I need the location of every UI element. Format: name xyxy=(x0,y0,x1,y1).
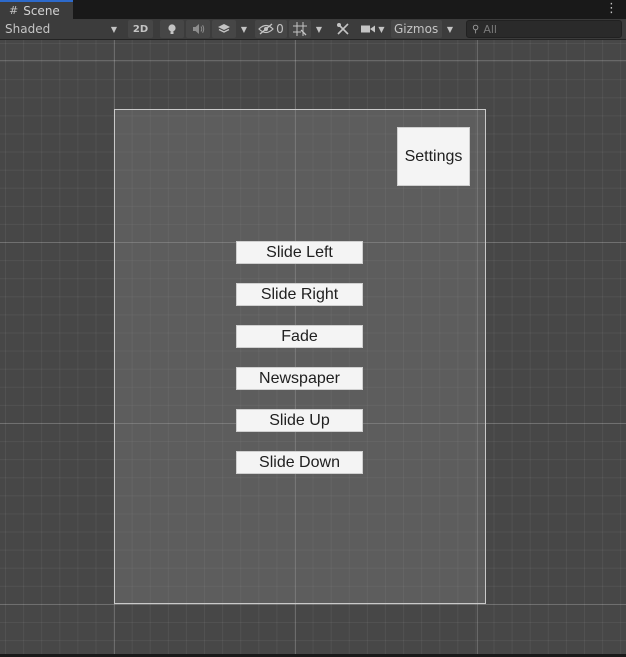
gizmos-button[interactable]: Gizmos xyxy=(391,20,442,38)
chevron-down-icon: ▼ xyxy=(110,24,117,34)
slide-down-button[interactable]: Slide Down xyxy=(236,451,363,474)
more-options-icon[interactable]: ⋮ xyxy=(605,2,618,16)
hidden-eye-icon xyxy=(258,23,275,35)
slide-left-button[interactable]: Slide Left xyxy=(236,241,363,264)
slide-up-button[interactable]: Slide Up xyxy=(236,409,363,432)
chevron-down-icon: ▼ xyxy=(446,24,454,34)
scene-visibility-button[interactable]: 0 xyxy=(255,20,287,38)
scene-viewport[interactable]: Settings Slide Left Slide Right Fade New… xyxy=(0,40,626,654)
tools-button[interactable] xyxy=(332,20,354,38)
tab-scene[interactable]: # Scene xyxy=(0,0,73,19)
toggle-2d-button[interactable]: 2D xyxy=(128,20,153,38)
effects-dropdown[interactable]: ▼ xyxy=(237,20,251,38)
newspaper-button[interactable]: Newspaper xyxy=(236,367,363,390)
scene-search[interactable]: ⚲ xyxy=(466,20,622,38)
fade-button[interactable]: Fade xyxy=(236,325,363,348)
chevron-down-icon: ▼ xyxy=(240,24,248,34)
tab-label: Scene xyxy=(23,3,60,18)
speaker-icon xyxy=(192,24,204,34)
grid-axis-line xyxy=(0,60,626,61)
layers-icon xyxy=(218,24,230,33)
lighting-toggle-button[interactable] xyxy=(160,20,184,38)
shading-mode-dropdown[interactable]: Shaded ▼ xyxy=(3,20,121,38)
search-icon: ⚲ xyxy=(472,23,480,35)
tools-icon xyxy=(337,23,349,35)
settings-button[interactable]: Settings xyxy=(397,127,470,186)
tab-bar: # Scene ⋮ xyxy=(0,0,626,19)
grid-dropdown[interactable]: ▼ xyxy=(312,20,326,38)
chevron-down-icon: ▼ xyxy=(315,24,323,34)
slide-right-button[interactable]: Slide Right xyxy=(236,283,363,306)
grid-snapping-button[interactable] xyxy=(289,20,311,38)
camera-icon xyxy=(361,25,376,33)
shading-mode-label: Shaded xyxy=(5,22,51,36)
effects-toggle-button[interactable] xyxy=(212,20,236,38)
lightbulb-icon xyxy=(168,24,176,34)
hidden-count: 0 xyxy=(276,22,284,36)
gizmos-dropdown[interactable]: ▼ xyxy=(443,20,457,38)
grid-axis-line xyxy=(0,604,626,605)
scene-toolbar: Shaded ▼ 2D ▼ 0 ▼ ▼ Gizmos ▼ ⚲ All xyxy=(0,19,626,40)
chevron-down-icon: ▼ xyxy=(378,24,385,34)
search-input[interactable] xyxy=(483,22,604,36)
grid-snap-icon xyxy=(293,22,307,36)
camera-settings-dropdown[interactable]: ▼ xyxy=(358,20,388,38)
audio-toggle-button[interactable] xyxy=(186,20,210,38)
grid-icon: # xyxy=(9,4,19,17)
